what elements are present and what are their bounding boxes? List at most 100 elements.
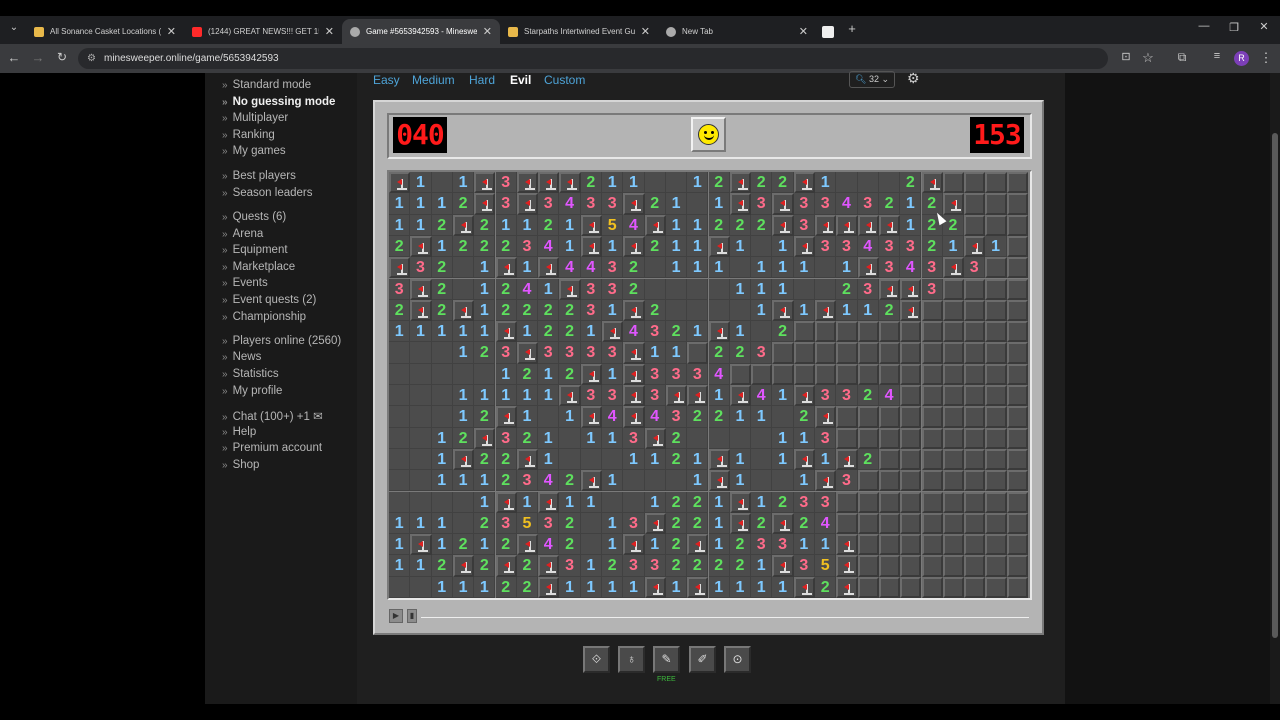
- cell-closed[interactable]: [878, 491, 901, 513]
- cell-closed[interactable]: [1006, 235, 1028, 258]
- sidebar-item[interactable]: » Players online (2560): [222, 335, 341, 347]
- cell-number[interactable]: 4: [559, 257, 581, 279]
- cell-number[interactable]: 1: [815, 448, 837, 471]
- cell-closed[interactable]: [729, 363, 752, 385]
- cell-number[interactable]: 1: [452, 321, 475, 343]
- cell-number[interactable]: 1: [665, 235, 688, 258]
- site-info-icon[interactable]: ⚙: [87, 48, 96, 69]
- cell-number[interactable]: 3: [495, 342, 517, 364]
- browser-tab[interactable]: New Tab ✕: [658, 19, 816, 44]
- cell-number[interactable]: 1: [623, 172, 645, 194]
- cell-closed[interactable]: [921, 342, 943, 364]
- cell-number[interactable]: 1: [644, 491, 666, 513]
- sidebar-item[interactable]: » No guessing mode: [222, 96, 335, 108]
- cell-flagged[interactable]: [836, 214, 858, 236]
- cell-closed[interactable]: [921, 321, 943, 343]
- cell-number[interactable]: 2: [495, 235, 517, 258]
- cell-number[interactable]: 1: [708, 491, 730, 513]
- cell-number[interactable]: 1: [452, 406, 475, 428]
- cell-number[interactable]: 1: [559, 214, 581, 236]
- cell-closed[interactable]: [921, 427, 943, 449]
- cell-number[interactable]: 2: [708, 214, 730, 236]
- cell-number[interactable]: 4: [580, 257, 602, 279]
- sidebar-item[interactable]: » Shop: [222, 459, 259, 471]
- cell-number[interactable]: 4: [623, 321, 645, 343]
- cell-closed[interactable]: [878, 534, 901, 556]
- cell-empty[interactable]: [665, 470, 688, 492]
- cell-number[interactable]: 1: [431, 321, 453, 343]
- cell-empty[interactable]: [729, 427, 752, 449]
- cell-number[interactable]: 2: [836, 278, 858, 300]
- cell-number[interactable]: 1: [389, 512, 411, 535]
- cell-empty[interactable]: [602, 448, 624, 471]
- cell-closed[interactable]: [942, 576, 965, 598]
- cell-closed[interactable]: [857, 363, 879, 385]
- cell-flagged[interactable]: [708, 448, 730, 471]
- cell-number[interactable]: 2: [942, 214, 965, 236]
- cell-number[interactable]: 1: [474, 470, 496, 492]
- cell-number[interactable]: 2: [665, 448, 688, 471]
- cell-flagged[interactable]: [623, 363, 645, 385]
- cell-number[interactable]: 1: [793, 534, 815, 556]
- cell-flagged[interactable]: [474, 427, 496, 449]
- cell-empty[interactable]: [687, 278, 709, 300]
- cell-closed[interactable]: [1006, 576, 1028, 598]
- cell-closed[interactable]: [921, 299, 943, 322]
- new-tab-icon[interactable]: +: [844, 21, 860, 36]
- cell-number[interactable]: 2: [708, 406, 730, 428]
- settings-gear-icon[interactable]: ⚙: [907, 70, 920, 87]
- cell-number[interactable]: 4: [516, 278, 539, 300]
- cell-number[interactable]: 2: [708, 172, 730, 194]
- cell-empty[interactable]: [389, 385, 411, 407]
- cell-number[interactable]: 3: [495, 512, 517, 535]
- cell-closed[interactable]: [985, 576, 1007, 598]
- cell-flagged[interactable]: [452, 448, 475, 471]
- cell-closed[interactable]: [964, 342, 986, 364]
- cell-closed[interactable]: [836, 363, 858, 385]
- cell-flagged[interactable]: [623, 406, 645, 428]
- cell-number[interactable]: 1: [474, 257, 496, 279]
- cell-empty[interactable]: [729, 257, 752, 279]
- cell-number[interactable]: 3: [495, 172, 517, 194]
- cell-number[interactable]: 2: [495, 576, 517, 598]
- cell-flagged[interactable]: [580, 406, 602, 428]
- cell-number[interactable]: 2: [687, 406, 709, 428]
- cell-closed[interactable]: [836, 427, 858, 449]
- cell-closed[interactable]: [878, 555, 901, 577]
- cell-empty[interactable]: [389, 427, 411, 449]
- cell-number[interactable]: 3: [623, 427, 645, 449]
- sidebar-item[interactable]: » Statistics: [222, 368, 279, 380]
- cell-number[interactable]: 1: [410, 214, 432, 236]
- cell-number[interactable]: 3: [921, 257, 943, 279]
- cell-number[interactable]: 3: [878, 235, 901, 258]
- cell-number[interactable]: 2: [857, 385, 879, 407]
- cell-number[interactable]: 2: [729, 555, 752, 577]
- reload-icon[interactable]: ↻: [54, 50, 70, 64]
- sidebar-item[interactable]: » Multiplayer: [222, 112, 288, 124]
- cell-number[interactable]: 1: [452, 342, 475, 364]
- cell-closed[interactable]: [836, 491, 858, 513]
- cell-empty[interactable]: [815, 257, 837, 279]
- cell-closed[interactable]: [751, 363, 773, 385]
- cell-number[interactable]: 2: [431, 278, 453, 300]
- cell-number[interactable]: 1: [410, 193, 432, 215]
- cell-flagged[interactable]: [942, 257, 965, 279]
- cell-number[interactable]: 1: [431, 427, 453, 449]
- cell-closed[interactable]: [1006, 470, 1028, 492]
- cell-number[interactable]: 1: [772, 427, 794, 449]
- cell-number[interactable]: 1: [559, 235, 581, 258]
- cell-number[interactable]: 1: [665, 193, 688, 215]
- cell-number[interactable]: 2: [495, 470, 517, 492]
- tab-search-icon[interactable]: ⌄: [6, 22, 22, 33]
- cell-number[interactable]: 1: [516, 406, 539, 428]
- cell-number[interactable]: 1: [942, 235, 965, 258]
- cell-number[interactable]: 2: [495, 278, 517, 300]
- cell-closed[interactable]: [815, 321, 837, 343]
- cell-number[interactable]: 1: [431, 448, 453, 471]
- cell-flagged[interactable]: [410, 534, 432, 556]
- cell-closed[interactable]: [857, 427, 879, 449]
- cell-flagged[interactable]: [708, 235, 730, 258]
- cell-closed[interactable]: [815, 342, 837, 364]
- cell-closed[interactable]: [985, 342, 1007, 364]
- cell-flagged[interactable]: [623, 193, 645, 215]
